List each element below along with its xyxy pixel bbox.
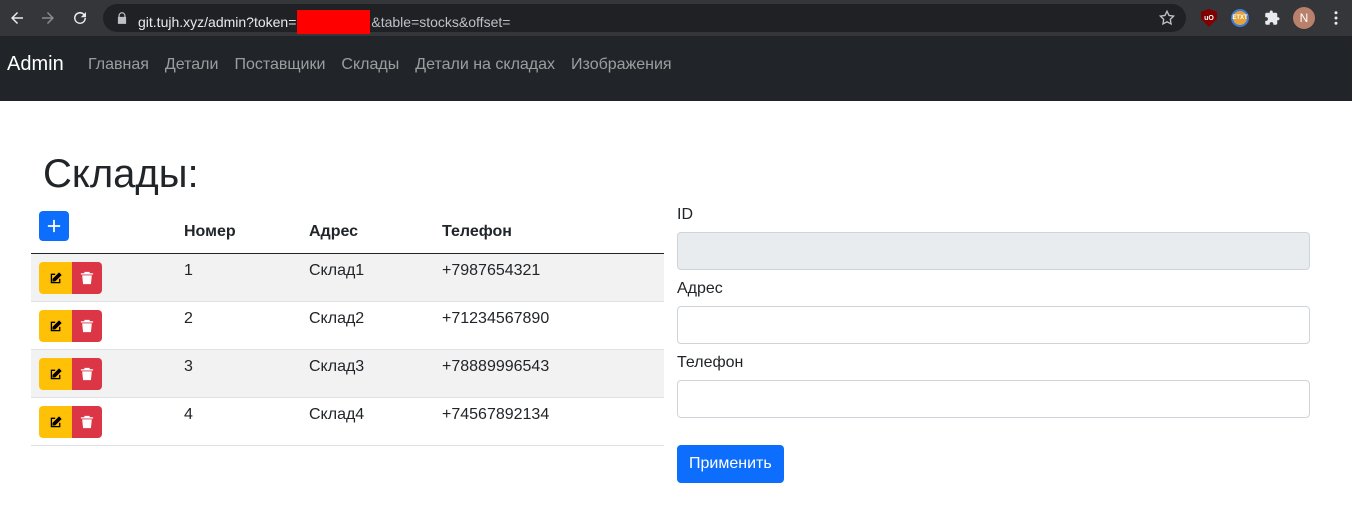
phone-input[interactable] bbox=[677, 380, 1310, 418]
address-bar[interactable]: git.tujh.xyz/admin?token= &table=stocks&… bbox=[103, 4, 1186, 34]
url-suffix: &table=stocks&offset= bbox=[371, 14, 511, 30]
table-row: 3 Склад3 +78889996543 bbox=[31, 349, 664, 397]
header-address: Адрес bbox=[309, 222, 359, 240]
cell-address: Склад3 bbox=[309, 357, 365, 375]
address-label: Адрес bbox=[677, 280, 723, 297]
nav-link-images[interactable]: Изображения bbox=[571, 56, 672, 74]
cell-address: Склад1 bbox=[309, 261, 365, 279]
cell-number: 3 bbox=[184, 357, 193, 375]
table-row: 2 Склад2 +71234567890 bbox=[31, 301, 664, 349]
profile-avatar[interactable]: N bbox=[1293, 7, 1315, 29]
bookmark-star-icon[interactable] bbox=[1158, 9, 1176, 27]
header-number: Номер bbox=[184, 222, 236, 240]
id-label: ID bbox=[677, 206, 693, 223]
cell-phone: +74567892134 bbox=[442, 405, 550, 423]
table-row: 1 Склад1 +7987654321 bbox=[31, 253, 664, 301]
stocks-table: Номер Адрес Телефон 1 Склад1 +7987654321 bbox=[31, 206, 664, 446]
lock-icon bbox=[117, 12, 127, 24]
url-text: git.tujh.xyz/admin?token= &table=stocks&… bbox=[138, 10, 510, 34]
row-actions bbox=[31, 301, 176, 349]
stock-form: ID Адрес Телефон Применить bbox=[677, 206, 1310, 483]
edit-icon bbox=[50, 415, 62, 427]
cell-phone: +7987654321 bbox=[442, 261, 541, 279]
cell-phone: +78889996543 bbox=[442, 357, 550, 375]
nav-link-stocks[interactable]: Склады bbox=[341, 56, 399, 74]
edit-icon bbox=[50, 271, 62, 283]
address-field-group: Адрес bbox=[677, 280, 1310, 344]
plus-icon bbox=[47, 219, 61, 232]
table-row: 4 Склад4 +74567892134 bbox=[31, 397, 664, 445]
edit-button[interactable] bbox=[39, 309, 72, 342]
trash-icon bbox=[80, 415, 94, 428]
delete-button[interactable] bbox=[72, 405, 102, 438]
row-actions bbox=[31, 253, 176, 301]
header-phone: Телефон bbox=[442, 222, 512, 240]
phone-label: Телефон bbox=[677, 354, 744, 371]
delete-button[interactable] bbox=[72, 261, 102, 294]
trash-icon bbox=[80, 367, 94, 380]
kebab-menu-icon[interactable] bbox=[1326, 8, 1346, 28]
trash-icon bbox=[80, 319, 94, 332]
nav-link-home[interactable]: Главная bbox=[88, 56, 149, 74]
edit-button[interactable] bbox=[39, 261, 72, 294]
navbar-brand[interactable]: Admin bbox=[7, 53, 64, 76]
extension-circle-icon[interactable]: ETXT bbox=[1230, 8, 1250, 28]
page-title: Склады: bbox=[43, 152, 199, 196]
nav-links: Главная Детали Поставщики Склады Детали … bbox=[88, 56, 688, 74]
row-actions bbox=[31, 349, 176, 397]
cell-phone: +71234567890 bbox=[442, 309, 550, 327]
url-prefix: git.tujh.xyz/admin?token= bbox=[138, 14, 297, 30]
nav-link-parts[interactable]: Детали bbox=[165, 56, 219, 74]
edit-icon bbox=[50, 319, 62, 331]
row-actions bbox=[31, 397, 176, 445]
cell-address: Склад4 bbox=[309, 405, 365, 423]
back-icon[interactable] bbox=[5, 6, 29, 30]
cell-number: 4 bbox=[184, 405, 193, 423]
id-input bbox=[677, 232, 1310, 270]
edit-icon bbox=[50, 367, 62, 379]
nav-link-suppliers[interactable]: Поставщики bbox=[234, 56, 325, 74]
cell-number: 2 bbox=[184, 309, 193, 327]
phone-field-group: Телефон bbox=[677, 354, 1310, 418]
apply-button[interactable]: Применить bbox=[677, 445, 784, 483]
browser-toolbar: git.tujh.xyz/admin?token= &table=stocks&… bbox=[0, 0, 1352, 36]
reload-icon[interactable] bbox=[68, 6, 92, 30]
header-actions bbox=[31, 206, 176, 253]
edit-button[interactable] bbox=[39, 405, 72, 438]
delete-button[interactable] bbox=[72, 357, 102, 390]
id-field-group: ID bbox=[677, 206, 1310, 270]
ublock-icon[interactable]: uO bbox=[1199, 8, 1219, 28]
table-header-row: Номер Адрес Телефон bbox=[31, 206, 664, 253]
cell-address: Склад2 bbox=[309, 309, 365, 327]
add-button[interactable] bbox=[39, 210, 69, 241]
delete-button[interactable] bbox=[72, 309, 102, 342]
edit-button[interactable] bbox=[39, 357, 72, 390]
address-input[interactable] bbox=[677, 306, 1310, 344]
redacted-token bbox=[297, 10, 371, 34]
stocks-table-container: Номер Адрес Телефон 1 Склад1 +7987654321 bbox=[31, 206, 664, 446]
nav-link-stock-parts[interactable]: Детали на складах bbox=[415, 56, 555, 74]
trash-icon bbox=[80, 271, 94, 284]
forward-icon[interactable] bbox=[36, 6, 60, 30]
puzzle-icon[interactable] bbox=[1262, 8, 1282, 28]
top-navbar: Admin Главная Детали Поставщики Склады Д… bbox=[0, 36, 1352, 101]
cell-number: 1 bbox=[184, 261, 193, 279]
